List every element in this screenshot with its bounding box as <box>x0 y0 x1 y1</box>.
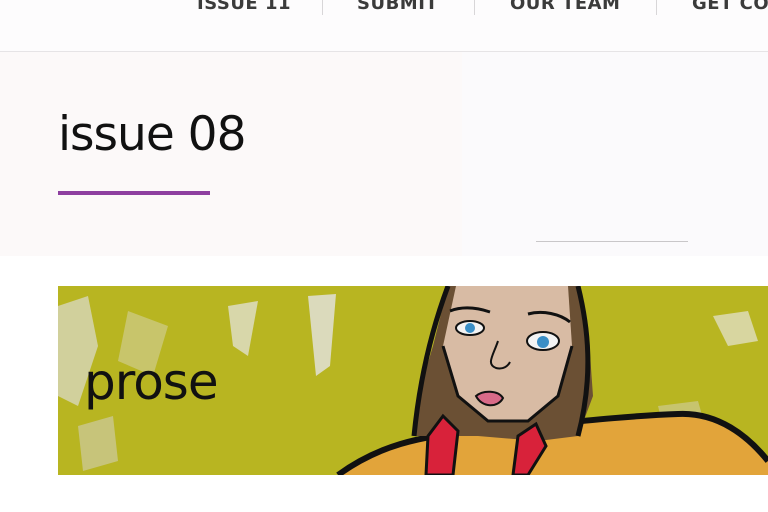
nav-separator <box>474 0 475 15</box>
nav-item-our-team[interactable]: OUR TEAM <box>510 0 620 14</box>
page-header: issue 08 <box>0 52 768 256</box>
header-background-panel <box>462 52 768 256</box>
nav-separator <box>656 0 657 15</box>
nav-item-issue-11[interactable]: ISSUE 11 <box>197 0 291 14</box>
page-title: issue 08 <box>58 107 246 162</box>
divider-line <box>536 241 688 242</box>
section-card-prose[interactable]: prose <box>58 286 768 475</box>
nav-separator <box>322 0 323 15</box>
top-nav: ISSUE 11 SUBMIT OUR TEAM GET CO <box>0 0 768 52</box>
title-underline <box>58 191 210 195</box>
section-label[interactable]: prose <box>84 352 219 412</box>
nav-item-submit[interactable]: SUBMIT <box>357 0 438 14</box>
nav-item-get-in-touch[interactable]: GET CO <box>692 0 768 14</box>
